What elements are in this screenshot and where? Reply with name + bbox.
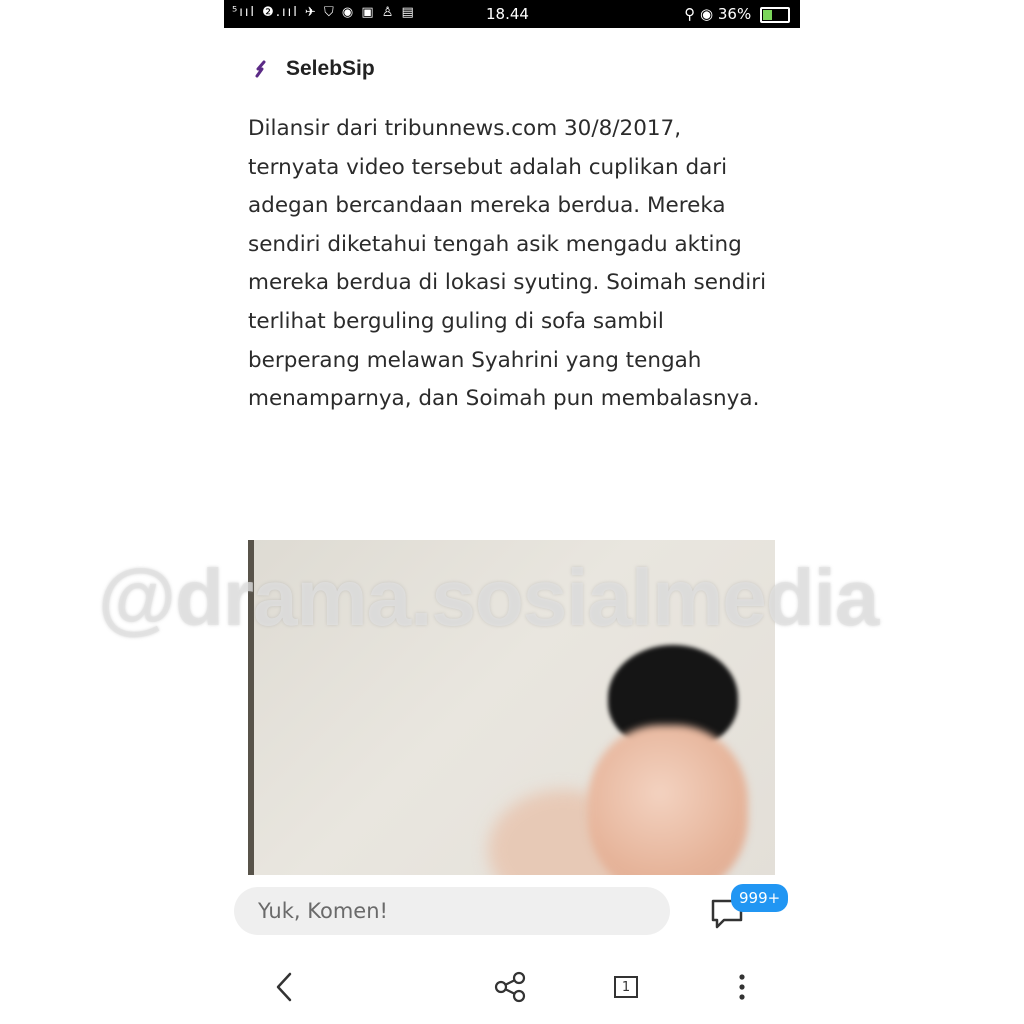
bottom-nav: 1	[224, 955, 800, 1015]
thumbnail-figure-face	[588, 725, 748, 875]
comment-bar: 999+	[234, 884, 794, 936]
status-icons: ⚲ ◉	[684, 5, 714, 23]
article-header: SelebSip	[250, 54, 375, 84]
brand-name[interactable]: SelebSip	[286, 57, 375, 81]
status-icons-left: ⁵ııl ❷.ııl ✈ ⛉ ◉ ▣ ♙ ▤	[232, 5, 416, 20]
chevron-left-icon	[276, 972, 292, 1002]
battery-icon	[760, 6, 790, 23]
share-button[interactable]	[490, 967, 530, 1007]
selebsip-logo-icon	[250, 58, 272, 80]
more-button[interactable]	[722, 967, 762, 1007]
status-bar: ⁵ııl ❷.ııl ✈ ⛉ ◉ ▣ ♙ ▤ 18.44 ⚲ ◉ 36%	[224, 0, 800, 28]
comment-input[interactable]	[234, 887, 670, 935]
back-button[interactable]	[264, 967, 304, 1007]
article-body: Dilansir dari tribunnews.com 30/8/2017, …	[248, 116, 767, 412]
share-icon	[494, 971, 526, 1003]
more-vertical-icon	[739, 974, 745, 1000]
comment-count-badge: 999+	[731, 884, 789, 912]
battery-percent: 36%	[717, 5, 752, 23]
tab-count: 1	[614, 976, 638, 998]
watermark: @drama.sosialmedia	[98, 553, 879, 642]
status-time: 18.44	[486, 5, 529, 23]
tabs-button[interactable]: 1	[606, 967, 646, 1007]
status-icons-right: ⚲ ◉ 36%	[684, 5, 790, 23]
